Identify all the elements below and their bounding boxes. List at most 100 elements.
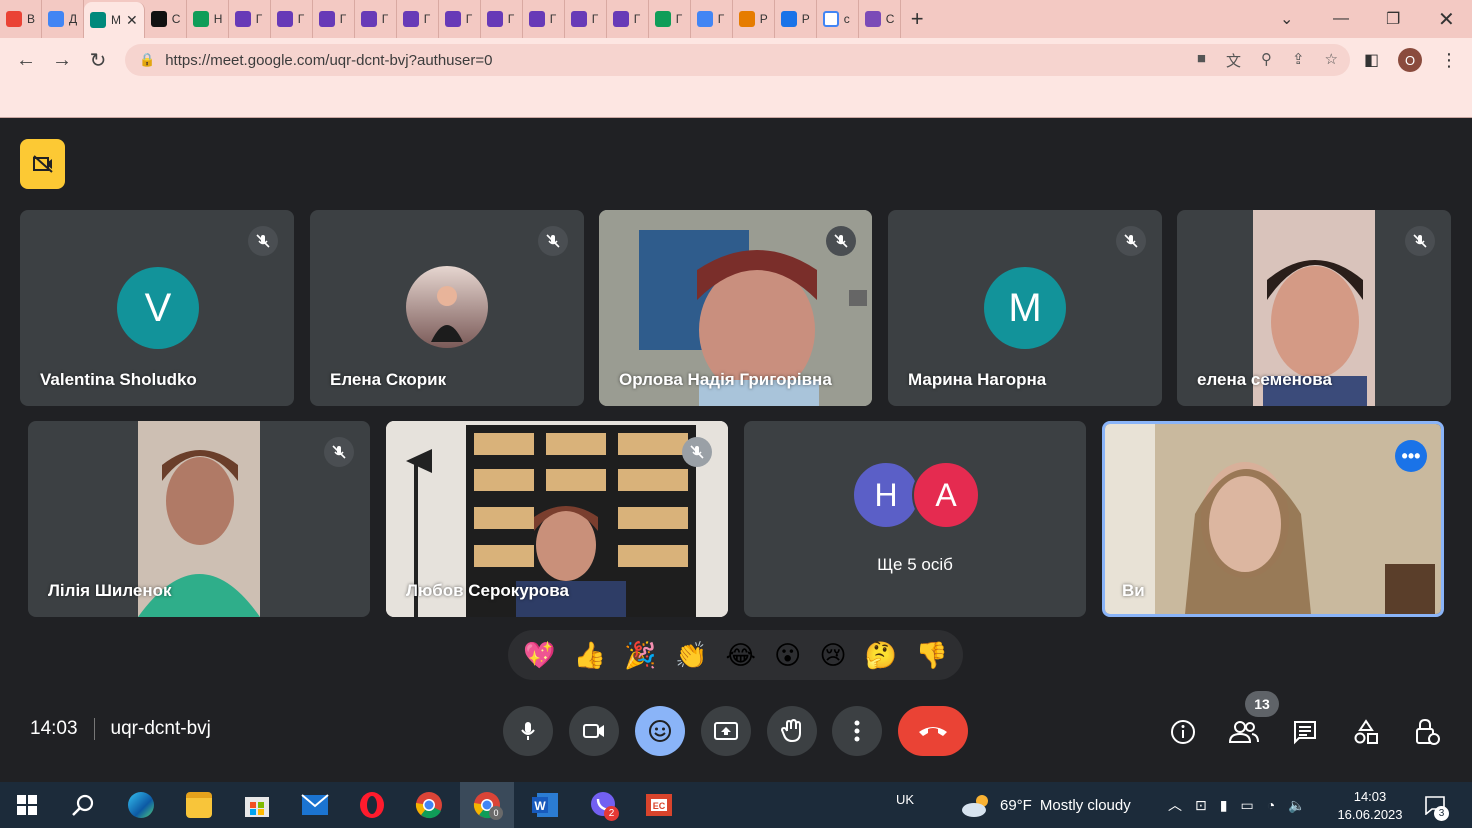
- maximize-button[interactable]: ❐: [1386, 0, 1400, 38]
- others-tile[interactable]: Н A Ще 5 осіб: [744, 421, 1086, 617]
- side-panel-icon[interactable]: ◧: [1364, 50, 1379, 70]
- back-icon[interactable]: ←: [8, 49, 44, 72]
- battery-icon[interactable]: ▭: [1240, 797, 1253, 814]
- self-tile[interactable]: ••• Ви: [1102, 421, 1444, 617]
- chrome-icon[interactable]: [402, 782, 456, 828]
- calendar-icon: [48, 11, 64, 27]
- start-button[interactable]: [0, 782, 54, 828]
- participant-tile[interactable]: Лілія Шиленок: [28, 421, 370, 617]
- reaction-emoji[interactable]: 😂: [726, 640, 756, 671]
- reaction-emoji[interactable]: 👎: [915, 640, 947, 671]
- reaction-emoji[interactable]: 😮: [774, 640, 801, 671]
- camera-button[interactable]: [569, 706, 619, 756]
- participant-tile[interactable]: M Марина Нагорна: [888, 210, 1162, 406]
- browser-tab[interactable]: Г: [355, 0, 397, 38]
- close-window-button[interactable]: ✕: [1438, 0, 1455, 38]
- camera-in-use-icon[interactable]: ■: [1197, 50, 1206, 71]
- meeting-details-icon[interactable]: [1165, 714, 1201, 750]
- reaction-emoji[interactable]: 🤔: [865, 640, 897, 671]
- others-count-label: Ще 5 осіб: [877, 555, 953, 574]
- viber-icon[interactable]: 2: [576, 782, 630, 828]
- browser-tab[interactable]: Г: [481, 0, 523, 38]
- leave-call-button[interactable]: [898, 706, 968, 756]
- more-options-icon[interactable]: •••: [1395, 440, 1427, 472]
- translate-icon[interactable]: 文: [1226, 50, 1241, 71]
- tab-title: М: [111, 13, 121, 27]
- bookmark-star-icon[interactable]: ☆: [1325, 50, 1338, 71]
- activities-icon[interactable]: [1348, 714, 1384, 750]
- no-video-indicator-icon[interactable]: [20, 139, 65, 189]
- close-tab-icon[interactable]: ✕: [126, 12, 138, 29]
- tab-search-icon[interactable]: ⌄: [1280, 0, 1293, 38]
- browser-tab[interactable]: Г: [397, 0, 439, 38]
- minimize-button[interactable]: —: [1333, 0, 1349, 38]
- store-icon[interactable]: [230, 782, 284, 828]
- browser-tab[interactable]: С: [859, 0, 901, 38]
- address-bar[interactable]: 🔒 https://meet.google.com/uqr-dcnt-bvj?a…: [125, 44, 1350, 76]
- browser-tab[interactable]: Н: [187, 0, 229, 38]
- browser-tab[interactable]: Г: [607, 0, 649, 38]
- notifications-icon[interactable]: 3: [1424, 782, 1449, 828]
- zoom-icon[interactable]: ⚲: [1261, 50, 1272, 71]
- participant-tile[interactable]: елена семенова: [1177, 210, 1451, 406]
- mic-button[interactable]: [503, 706, 553, 756]
- file-explorer-icon[interactable]: [172, 782, 226, 828]
- meeting-code[interactable]: uqr-dcnt-bvj: [111, 718, 211, 740]
- wifi-icon[interactable]: ◔: [1267, 797, 1275, 813]
- emoji-button[interactable]: [635, 706, 685, 756]
- browser-tab[interactable]: Р: [733, 0, 775, 38]
- chrome-profile-icon[interactable]: 0: [460, 782, 514, 828]
- mail-icon[interactable]: [288, 782, 342, 828]
- reload-icon[interactable]: ↻: [80, 48, 116, 73]
- edge-icon[interactable]: [114, 782, 168, 828]
- search-icon[interactable]: [56, 782, 110, 828]
- input-language[interactable]: UK: [896, 776, 914, 822]
- participant-tile[interactable]: Орлова Надія Григорівна: [599, 210, 872, 406]
- browser-tab[interactable]: М ✕: [84, 2, 145, 38]
- meet-now-icon[interactable]: ⊡: [1195, 797, 1207, 814]
- host-controls-icon[interactable]: [1409, 714, 1445, 750]
- microphone-tray-icon[interactable]: ▮: [1220, 797, 1228, 814]
- presentation-app-icon[interactable]: EC: [632, 782, 686, 828]
- browser-tab[interactable]: Г: [565, 0, 607, 38]
- browser-tab[interactable]: Г: [271, 0, 313, 38]
- browser-tab[interactable]: С: [145, 0, 187, 38]
- raise-hand-button[interactable]: [767, 706, 817, 756]
- participant-tile[interactable]: Елена Скорик: [310, 210, 584, 406]
- participant-tile[interactable]: V Valentina Sholudko: [20, 210, 294, 406]
- browser-tab[interactable]: Г: [313, 0, 355, 38]
- reaction-emoji[interactable]: 🎉: [624, 640, 656, 671]
- opera-icon[interactable]: [345, 782, 399, 828]
- browser-tab[interactable]: Г: [691, 0, 733, 38]
- tab-title: Р: [801, 12, 810, 26]
- browser-tab[interactable]: Г: [523, 0, 565, 38]
- reaction-emoji[interactable]: 👏: [675, 640, 707, 671]
- word-icon[interactable]: W: [518, 782, 572, 828]
- browser-tab[interactable]: Г: [439, 0, 481, 38]
- tab-title: В: [27, 12, 35, 26]
- browser-tab[interactable]: В: [0, 0, 42, 38]
- browser-tab[interactable]: Р: [775, 0, 817, 38]
- browser-tab[interactable]: Г: [229, 0, 271, 38]
- participant-tile[interactable]: Любов Серокурова: [386, 421, 728, 617]
- reaction-emoji[interactable]: 💖: [523, 640, 555, 671]
- browser-tab[interactable]: Д: [42, 0, 84, 38]
- weather-widget[interactable]: 69°F Mostly cloudy: [960, 782, 1131, 828]
- volume-icon[interactable]: 🔈: [1288, 797, 1305, 814]
- chevron-up-icon[interactable]: ︿: [1168, 795, 1182, 815]
- reaction-emoji[interactable]: 👍: [574, 640, 606, 671]
- chat-icon[interactable]: [1287, 714, 1323, 750]
- share-icon[interactable]: ⇪: [1292, 50, 1305, 71]
- taskbar-clock[interactable]: 14:03 16.06.2023: [1330, 788, 1410, 824]
- profile-avatar[interactable]: O: [1398, 48, 1422, 72]
- browser-tab[interactable]: Г: [649, 0, 691, 38]
- forward-icon[interactable]: →: [44, 49, 80, 72]
- browser-tab[interactable]: с: [817, 0, 859, 38]
- more-options-button[interactable]: [832, 706, 882, 756]
- browser-menu-icon[interactable]: ⋮: [1440, 50, 1458, 71]
- new-tab-icon[interactable]: +: [911, 6, 924, 32]
- people-icon[interactable]: [1226, 714, 1262, 750]
- reaction-emoji[interactable]: 😢: [820, 640, 847, 671]
- notifications-count: 3: [1434, 806, 1449, 821]
- present-screen-button[interactable]: [701, 706, 751, 756]
